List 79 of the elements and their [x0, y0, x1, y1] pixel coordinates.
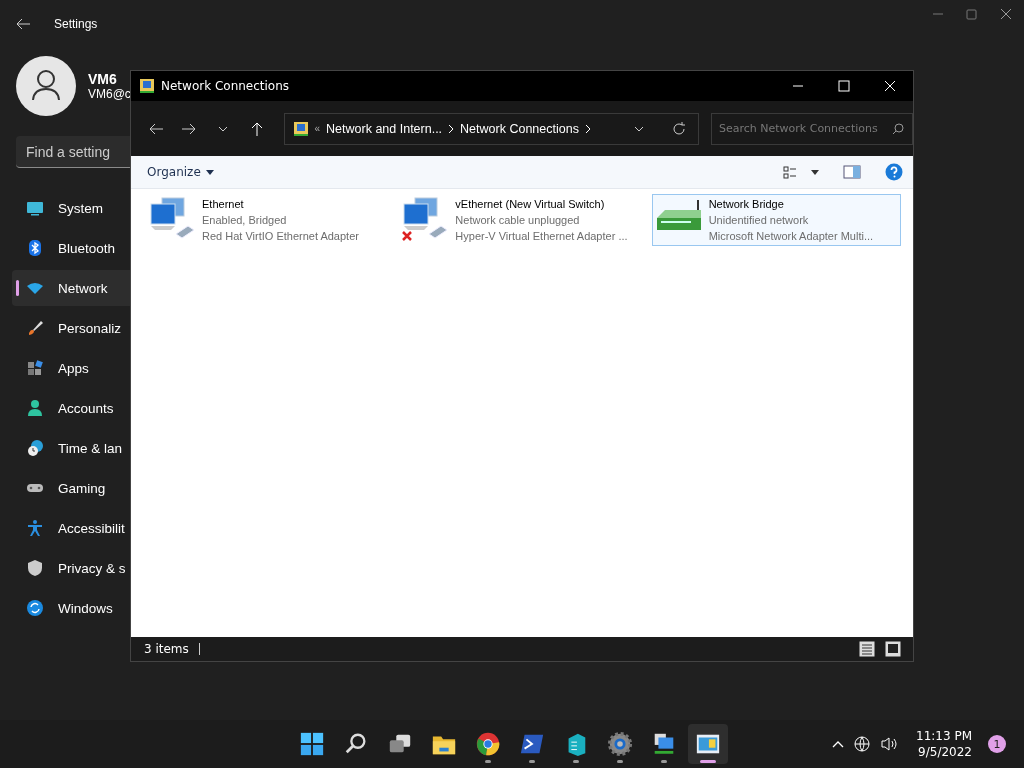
search-field[interactable]: Search Network Connections	[711, 112, 913, 145]
connection-status: Network cable unplugged	[455, 213, 581, 228]
accessibility-icon	[26, 519, 44, 537]
selection-indicator	[16, 280, 19, 296]
search-icon[interactable]	[892, 122, 904, 135]
chevron-down-icon[interactable]	[634, 125, 644, 132]
gear-icon	[607, 731, 633, 757]
help-icon[interactable]	[885, 163, 903, 181]
network-folder-icon	[139, 78, 155, 94]
connection-device: Hyper-V Virtual Ethernet Adapter ...	[455, 229, 628, 244]
nav-item[interactable]: Personaliz	[12, 310, 130, 346]
connection-item[interactable]: Ethernet Enabled, Bridged Red Hat VirtIO Ethernet Adapter	[145, 194, 395, 246]
running-indicator	[700, 760, 716, 763]
apps-icon	[26, 359, 44, 377]
person-icon	[26, 399, 44, 417]
nav-item[interactable]: System	[12, 190, 130, 226]
monitor-icon	[26, 199, 44, 217]
brush-icon	[26, 319, 44, 337]
connection-name: Network Bridge	[708, 197, 785, 212]
organize-menu[interactable]: Organize	[147, 165, 201, 179]
large-icons-view-icon[interactable]	[885, 641, 901, 657]
clock-date[interactable]: 9/5/2022	[916, 744, 972, 760]
shield-icon	[26, 559, 44, 577]
connection-item[interactable]: Network Bridge Unidentified network Microsoft Network Adapter Multi...	[651, 194, 901, 246]
connection-status: Unidentified network	[708, 213, 810, 228]
nav-item[interactable]: Network	[12, 270, 130, 306]
nav-item[interactable]: Bluetooth	[12, 230, 130, 266]
chevron-down-icon[interactable]	[218, 125, 229, 132]
details-view-icon[interactable]	[859, 641, 875, 657]
connection-device: Microsoft Network Adapter Multi...	[708, 229, 874, 244]
window-title: Network Connections	[161, 79, 291, 93]
text-cursor-icon	[198, 643, 201, 655]
nav-item[interactable]: Time & lan	[12, 430, 130, 466]
speaker-icon[interactable]	[880, 736, 898, 752]
connection-status: Enabled, Bridged	[202, 213, 288, 228]
windows-logo-icon	[299, 731, 325, 757]
update-icon	[26, 599, 44, 617]
running-indicator	[485, 760, 491, 763]
notification-badge[interactable]: 1	[988, 735, 1006, 753]
window-title: Settings	[54, 17, 98, 31]
view-options-icon[interactable]	[783, 165, 797, 179]
nav-item[interactable]: Accessibilit	[12, 510, 130, 546]
avatar-icon	[16, 56, 76, 116]
breadcrumb[interactable]: Network and Intern...	[326, 121, 443, 136]
caret-icon[interactable]	[811, 169, 819, 175]
item-count: 3 items	[144, 642, 189, 656]
up-icon[interactable]	[250, 121, 263, 136]
user-email: VM6@c	[88, 87, 131, 101]
taskbar-button[interactable]	[688, 724, 728, 764]
connection-name: vEthernet (New Virtual Switch)	[455, 197, 606, 212]
back-icon[interactable]	[16, 18, 30, 30]
running-indicator	[661, 760, 667, 763]
nav-item[interactable]: Apps	[12, 350, 130, 386]
bluetooth-icon	[26, 239, 44, 257]
running-indicator	[529, 760, 535, 763]
running-indicator	[617, 760, 623, 763]
refresh-icon[interactable]	[672, 121, 686, 136]
chevron-up-icon[interactable]	[832, 740, 844, 748]
running-indicator	[573, 760, 579, 763]
breadcrumb[interactable]: Network Connections	[460, 121, 579, 136]
forward-icon[interactable]	[182, 122, 197, 135]
address-bar[interactable]: « Network and Intern... Network Connections	[283, 112, 699, 145]
breadcrumb-overflow[interactable]: «	[314, 123, 321, 134]
clock-globe-icon	[26, 439, 44, 457]
chevron-right-icon[interactable]	[448, 123, 455, 134]
connection-device: Red Hat VirtIO Ethernet Adapter	[202, 229, 359, 244]
back-icon[interactable]	[148, 122, 163, 135]
network-folder-icon	[292, 120, 309, 137]
connection-name: Ethernet	[202, 197, 245, 212]
connection-item[interactable]: vEthernet (New Virtual Switch) Network cable unplugged Hyper-V Virtual Ethernet Adapter ...	[398, 194, 648, 246]
clock-time[interactable]: 11:13 PM	[916, 728, 972, 744]
nav-item[interactable]: Privacy & s	[12, 550, 130, 586]
user-name: VM6	[88, 71, 118, 87]
close-icon[interactable]	[1000, 8, 1012, 20]
nav-item[interactable]: Gaming	[12, 470, 130, 506]
chevron-right-icon[interactable]	[584, 123, 591, 134]
nav-item[interactable]: Windows	[12, 590, 130, 626]
maximize-icon[interactable]	[966, 8, 978, 20]
nav-item[interactable]: Accounts	[12, 390, 130, 426]
